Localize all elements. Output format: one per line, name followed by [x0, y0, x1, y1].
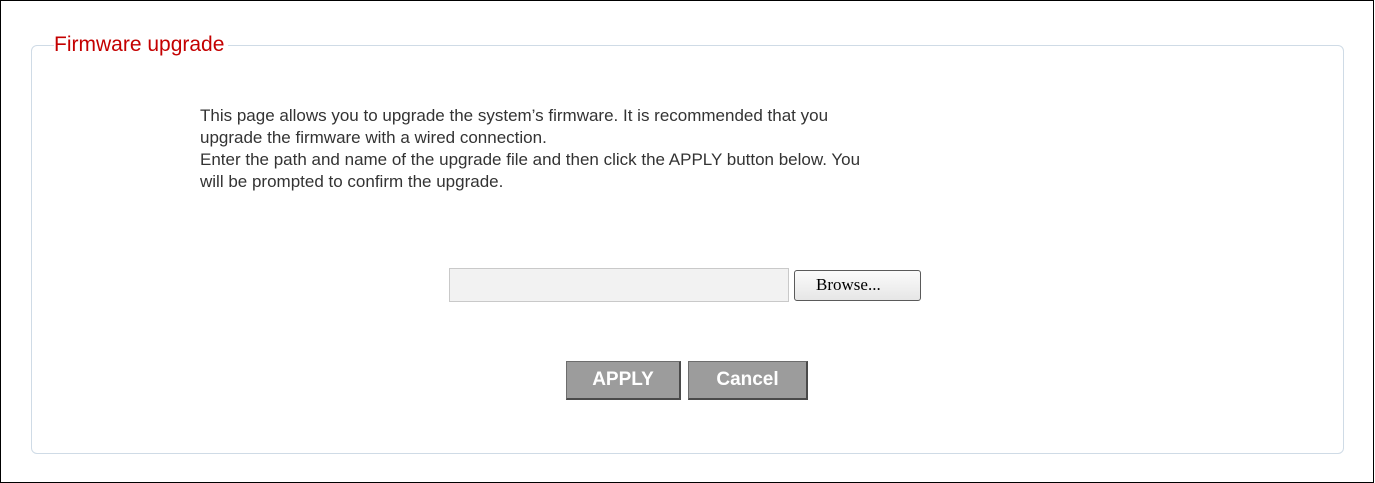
firmware-file-path-input[interactable] [449, 268, 789, 302]
instructions-line: upgrade the firmware with a wired connec… [200, 128, 547, 147]
file-selector: Browse... [449, 266, 921, 304]
cancel-button[interactable]: Cancel [688, 361, 808, 400]
instructions-line: will be prompted to confirm the upgrade. [200, 172, 504, 191]
browse-button[interactable]: Browse... [794, 269, 921, 301]
apply-button[interactable]: APPLY [566, 361, 681, 400]
instructions-text: This page allows you to upgrade the syst… [200, 105, 1200, 193]
instructions-line: This page allows you to upgrade the syst… [200, 106, 829, 125]
section-title: Firmware upgrade [54, 31, 229, 59]
instructions-line: Enter the path and name of the upgrade f… [200, 150, 861, 169]
action-buttons: APPLY Cancel [566, 361, 808, 400]
